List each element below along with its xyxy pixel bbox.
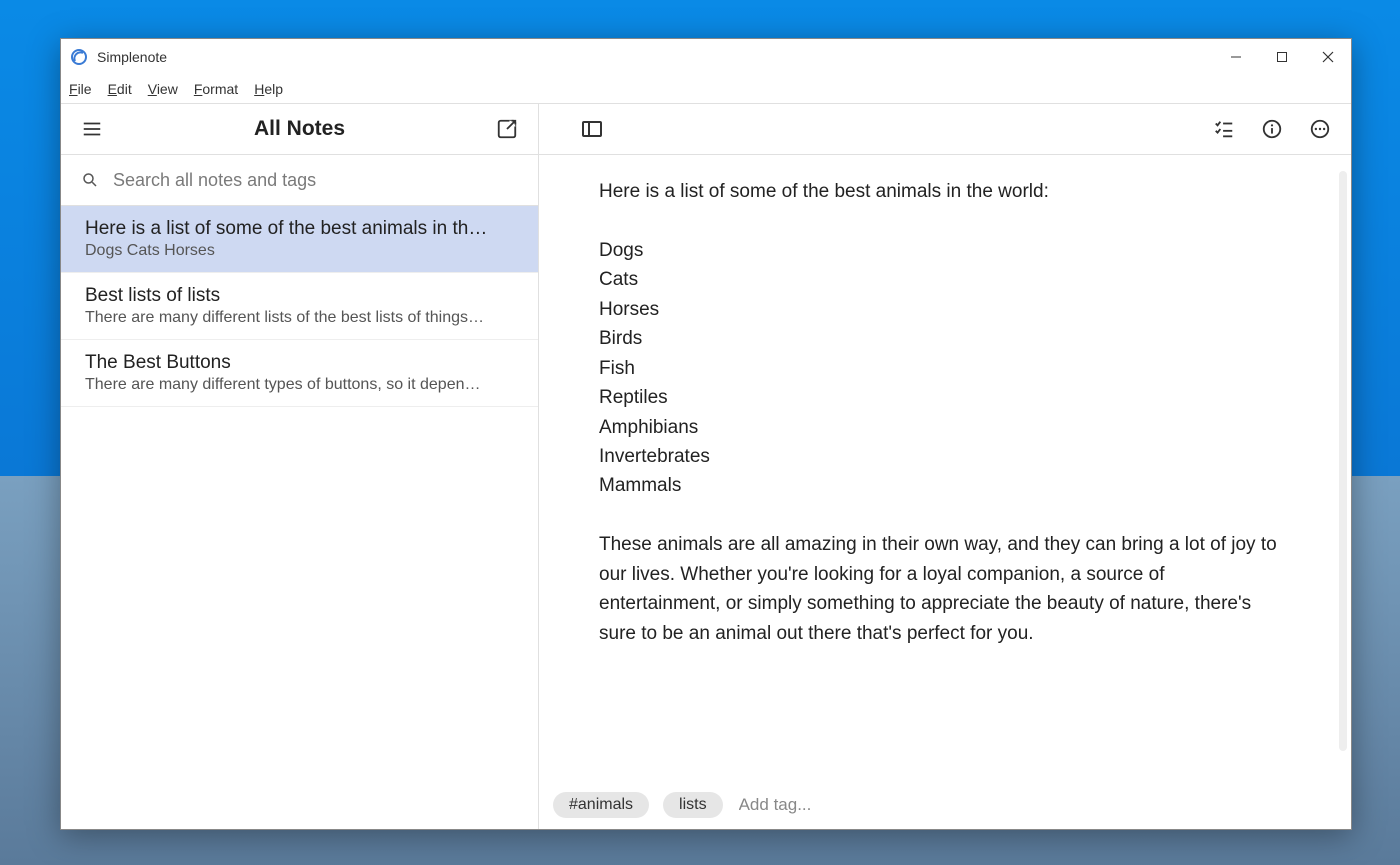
menu-bar: File Edit View Format Help	[61, 75, 1351, 103]
title-bar: Simplenote	[61, 39, 1351, 75]
menu-edit[interactable]: Edit	[108, 81, 132, 97]
editor-line[interactable]: Mammals	[599, 471, 1291, 500]
sidebar-icon	[580, 117, 604, 141]
editor-line[interactable]: Birds	[599, 324, 1291, 353]
notes-list[interactable]: Here is a list of some of the best anima…	[61, 206, 538, 829]
notes-list-title: All Notes	[105, 117, 494, 141]
tag-chip[interactable]: #animals	[553, 792, 649, 818]
note-item-preview: There are many different types of button…	[85, 376, 514, 394]
app-logo-icon	[71, 49, 87, 65]
editor-line[interactable]: Horses	[599, 295, 1291, 324]
note-item-title: The Best Buttons	[85, 352, 514, 374]
note-editor[interactable]: Here is a list of some of the best anima…	[539, 155, 1351, 781]
minimize-icon	[1230, 51, 1242, 63]
compose-icon	[496, 118, 518, 140]
window-minimize-button[interactable]	[1213, 39, 1259, 75]
checklist-button[interactable]	[1211, 116, 1237, 142]
window-close-button[interactable]	[1305, 39, 1351, 75]
editor-line[interactable]: Amphibians	[599, 413, 1291, 442]
search-icon	[81, 171, 99, 189]
menu-toggle-button[interactable]	[79, 116, 105, 142]
tag-bar: #animals lists	[539, 781, 1351, 829]
note-list-item[interactable]: Here is a list of some of the best anima…	[61, 206, 538, 273]
editor-pane: Here is a list of some of the best anima…	[539, 104, 1351, 829]
tag-chip[interactable]: lists	[663, 792, 723, 818]
new-note-button[interactable]	[494, 116, 520, 142]
info-icon	[1261, 118, 1283, 140]
editor-line[interactable]: Cats	[599, 265, 1291, 294]
toggle-sidebar-button[interactable]	[579, 116, 605, 142]
hamburger-icon	[81, 118, 103, 140]
sidebar: All Notes	[61, 104, 539, 829]
menu-view[interactable]: View	[148, 81, 178, 97]
menu-file[interactable]: File	[69, 81, 92, 97]
editor-line[interactable]: Dogs	[599, 236, 1291, 265]
note-item-preview: Dogs Cats Horses	[85, 242, 514, 260]
editor-toolbar	[539, 104, 1351, 155]
ellipsis-icon	[1309, 118, 1331, 140]
app-window: Simplenote File Edit View Format Help	[60, 38, 1352, 830]
note-list-item[interactable]: The Best Buttons There are many different…	[61, 340, 538, 407]
note-item-title: Best lists of lists	[85, 285, 514, 307]
editor-line[interactable]: These animals are all amazing in their o…	[599, 530, 1291, 648]
editor-line[interactable]: Here is a list of some of the best anima…	[599, 177, 1291, 206]
search-bar	[61, 155, 538, 206]
close-icon	[1322, 51, 1334, 63]
app-title: Simplenote	[97, 49, 167, 65]
menu-format[interactable]: Format	[194, 81, 238, 97]
editor-line[interactable]	[599, 501, 1291, 530]
search-input[interactable]	[111, 169, 518, 192]
editor-line[interactable]: Invertebrates	[599, 442, 1291, 471]
maximize-icon	[1276, 51, 1288, 63]
window-maximize-button[interactable]	[1259, 39, 1305, 75]
note-list-item[interactable]: Best lists of lists There are many differ…	[61, 273, 538, 340]
editor-scrollbar[interactable]	[1339, 171, 1347, 751]
editor-line[interactable]: Fish	[599, 354, 1291, 383]
info-button[interactable]	[1259, 116, 1285, 142]
menu-help[interactable]: Help	[254, 81, 283, 97]
add-tag-input[interactable]	[737, 794, 962, 816]
note-item-title: Here is a list of some of the best anima…	[85, 218, 514, 240]
editor-line[interactable]	[599, 206, 1291, 235]
sidebar-toolbar: All Notes	[61, 104, 538, 155]
note-item-preview: There are many different lists of the be…	[85, 309, 514, 327]
more-actions-button[interactable]	[1307, 116, 1333, 142]
checklist-icon	[1213, 118, 1235, 140]
main-area: All Notes	[61, 103, 1351, 829]
editor-line[interactable]: Reptiles	[599, 383, 1291, 412]
